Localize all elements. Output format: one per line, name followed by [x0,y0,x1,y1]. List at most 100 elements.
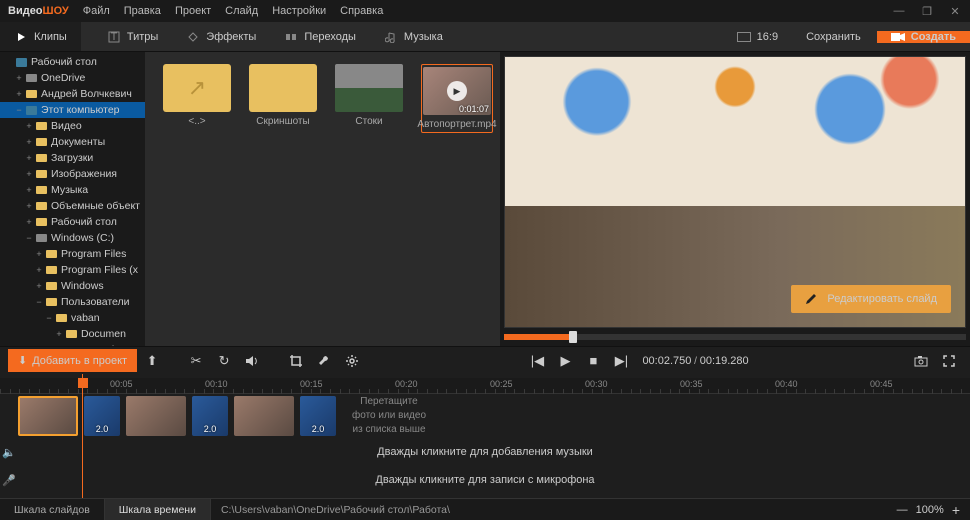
window-minimize[interactable]: — [892,4,906,18]
folder-tree-sidebar: Рабочий стол+OneDrive+Андрей Волчкевич−Э… [0,52,145,346]
main-toolbar: Клипы T Титры Эффекты Переходы Музыка 16… [0,22,970,52]
cut-button[interactable]: ✂ [183,348,209,374]
tree-item[interactable]: +Изображения [0,166,145,182]
save-button[interactable]: Сохранить [790,31,877,43]
timeline-ruler[interactable]: 00:0500:1000:1500:2000:2500:3000:3500:40… [0,378,970,394]
tree-item[interactable]: +Андрей Волчкевич [0,86,145,102]
video-clip[interactable] [126,396,186,436]
video-clip[interactable] [18,396,78,436]
transition-clip[interactable]: 2.0 [300,396,336,436]
tree-item[interactable]: −Windows (C:) [0,230,145,246]
app-logo: ВидеоШОУ [8,5,69,17]
folder-item[interactable]: Стоки [335,64,403,127]
zoom-out-button[interactable]: — [897,504,908,516]
speaker-icon: 🔈 [2,446,16,459]
transition-clip[interactable]: 2.0 [192,396,228,436]
statusbar: Шкала слайдов Шкала времени C:\Users\vab… [0,498,970,520]
music-track[interactable]: 🔈 Дважды кликните для добавления музыки [0,438,970,466]
tree-item[interactable]: −Пользователи [0,294,145,310]
slides-scale-tab[interactable]: Шкала слайдов [0,499,105,520]
video-track[interactable]: 2.0 2.0 2.0 Перетащитефото или видеоиз спис… [0,394,970,438]
folder-item[interactable]: ↗<..> [163,64,231,127]
tree-item[interactable]: +Объемные объект [0,198,145,214]
tree-item[interactable]: +Windows [0,278,145,294]
titles-icon: T [107,30,121,44]
rotate-button[interactable]: ↻ [211,348,237,374]
playback-time: 00:02.750 / 00:19.280 [642,355,748,367]
volume-button[interactable] [239,348,265,374]
upload-button[interactable]: ⬆ [139,348,165,374]
fullscreen-button[interactable] [936,348,962,374]
tab-label: Эффекты [206,31,256,43]
tree-item[interactable]: +Program Files (x [0,262,145,278]
window-maximize[interactable]: ❐ [920,4,934,18]
svg-text:T: T [110,31,117,43]
mic-icon: 🎤 [2,474,16,487]
menu-settings[interactable]: Настройки [272,5,326,17]
tab-label: Клипы [34,31,67,43]
wrench-button[interactable] [311,348,337,374]
tree-item[interactable]: +Program Files [0,246,145,262]
settings-button[interactable] [339,348,365,374]
tree-item[interactable]: −vaban [0,310,145,326]
tree-item[interactable]: +Рабочий стол [0,214,145,230]
tab-label: Музыка [404,31,443,43]
music-icon [384,30,398,44]
time-scale-tab[interactable]: Шкала времени [105,499,211,520]
tree-item[interactable]: +Музыка [0,182,145,198]
timeline: 00:0500:1000:1500:2000:2500:3000:3500:40… [0,374,970,498]
controls-bar: ⬇ Добавить в проект ⬆ ✂ ↻ |◀ ▶ ■ ▶| 00:0… [0,346,970,374]
menu-edit[interactable]: Правка [124,5,161,17]
stop-button[interactable]: ■ [580,348,606,374]
mic-track[interactable]: 🎤 Дважды кликните для записи с микрофона [0,466,970,494]
tab-label: Переходы [304,31,356,43]
folder-item[interactable]: ▶0:01:07Автопортрет.mp4 [421,64,493,133]
zoom-level: 100% [916,504,944,516]
tree-item[interactable]: +Загрузки [0,150,145,166]
tab-effects[interactable]: Эффекты [172,22,270,51]
titlebar: ВидеоШОУ Файл Правка Проект Слайд Настро… [0,0,970,22]
tree-item[interactable]: Рабочий стол [0,54,145,70]
tree-item[interactable]: +Видео [0,118,145,134]
clips-icon [14,30,28,44]
download-icon: ⬇ [18,354,27,367]
tab-clips[interactable]: Клипы [0,22,81,51]
edit-slide-button[interactable]: Редактировать слайд [791,285,951,313]
tree-item[interactable]: +Documen [0,326,145,342]
menu-project[interactable]: Проект [175,5,211,17]
tree-item[interactable]: +OneDrive [0,70,145,86]
prev-button[interactable]: |◀ [524,348,550,374]
tab-transitions[interactable]: Переходы [270,22,370,51]
tree-item[interactable]: +Документы [0,134,145,150]
snapshot-button[interactable] [908,348,934,374]
zoom-controls: — 100% + [887,499,970,520]
drop-hint: Перетащитефото или видеоиз списка выше [352,395,426,437]
menu-slide[interactable]: Слайд [225,5,258,17]
preview-scrubber[interactable] [504,334,966,340]
tab-titles[interactable]: T Титры [93,22,172,51]
tab-label: Титры [127,31,158,43]
pencil-icon [805,293,817,305]
camera-icon [891,32,905,42]
folder-view: ↗<..> Скриншоты Стоки ▶0:01:07Автопортрет.m… [145,52,500,346]
zoom-in-button[interactable]: + [952,502,960,518]
video-clip[interactable] [234,396,294,436]
create-button[interactable]: Создать [877,31,970,43]
play-button[interactable]: ▶ [552,348,578,374]
add-to-project-button[interactable]: ⬇ Добавить в проект [8,349,137,372]
transition-clip[interactable]: 2.0 [84,396,120,436]
menu-help[interactable]: Справка [340,5,383,17]
crop-button[interactable] [283,348,309,374]
next-button[interactable]: ▶| [608,348,634,374]
tree-item[interactable]: −Этот компьютер [0,102,145,118]
menu-file[interactable]: Файл [83,5,110,17]
aspect-ratio[interactable]: 16:9 [725,31,790,43]
preview-viewport[interactable]: Редактировать слайд [504,56,966,328]
current-path: C:\Users\vaban\OneDrive\Рабочий стол\Раб… [211,499,887,520]
tab-music[interactable]: Музыка [370,22,457,51]
effects-icon [186,30,200,44]
transitions-icon [284,30,298,44]
preview-panel: Редактировать слайд [500,52,970,346]
folder-item[interactable]: Скриншоты [249,64,317,127]
window-close[interactable]: ✕ [948,4,962,18]
